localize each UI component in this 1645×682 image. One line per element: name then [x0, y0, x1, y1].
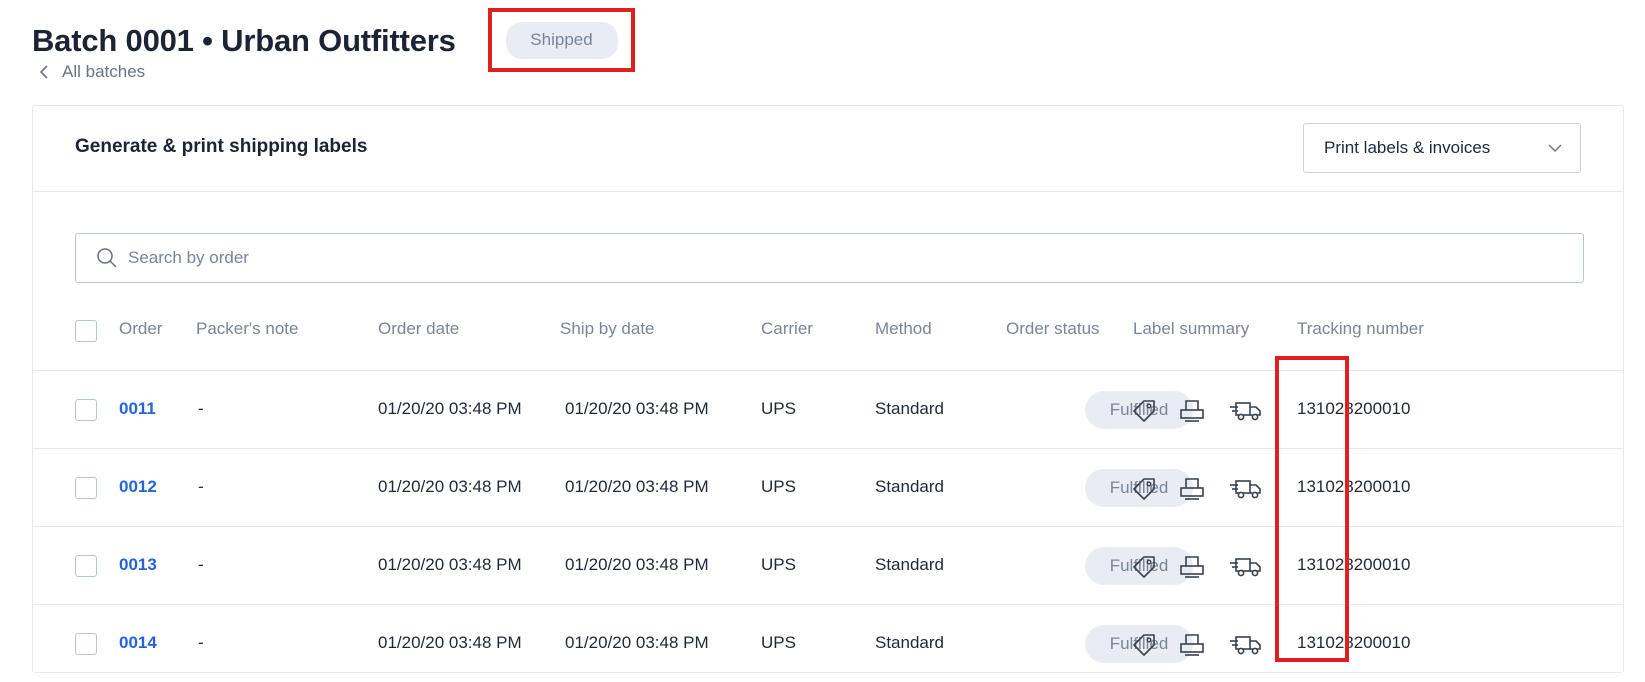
search-box — [75, 233, 1584, 283]
order-link[interactable]: 0014 — [119, 633, 157, 653]
packers-note: - — [198, 399, 204, 418]
order-link[interactable]: 0012 — [119, 477, 157, 497]
tag-icon[interactable] — [1131, 475, 1159, 501]
packers-note: - — [198, 633, 204, 652]
packers-note: - — [198, 555, 204, 574]
column-header-order-date[interactable]: Order date — [378, 319, 459, 339]
select-all-checkbox[interactable] — [75, 320, 97, 342]
status-badge: Shipped — [505, 21, 618, 59]
truck-icon[interactable] — [1229, 475, 1263, 501]
row-checkbox[interactable] — [75, 555, 97, 577]
tracking-number: 131028200010 — [1297, 555, 1411, 574]
page-title: Batch 0001 • Urban Outfitters — [32, 23, 456, 58]
tracking-number: 131028200010 — [1297, 633, 1411, 652]
search-input[interactable] — [128, 248, 1583, 268]
chevron-left-icon — [39, 65, 48, 79]
printer-icon[interactable] — [1178, 475, 1206, 501]
ship-by-date: 01/20/20 03:48 PM — [565, 477, 709, 496]
method: Standard — [875, 477, 944, 496]
packers-note: - — [198, 477, 204, 496]
column-header-tracking-number[interactable]: Tracking number — [1297, 319, 1424, 339]
orders-table: Order Packer's note Order date Ship by d… — [33, 293, 1623, 682]
table-header: Order Packer's note Order date Ship by d… — [33, 293, 1623, 371]
row-checkbox[interactable] — [75, 633, 97, 655]
back-link-label: All batches — [62, 62, 146, 81]
order-link[interactable]: 0013 — [119, 555, 157, 575]
tracking-number: 131028200010 — [1297, 477, 1411, 496]
order-date: 01/20/20 03:48 PM — [378, 633, 522, 652]
tag-icon[interactable] — [1131, 553, 1159, 579]
back-link[interactable]: All batches — [38, 62, 145, 82]
card-title: Generate & print shipping labels — [75, 136, 368, 157]
column-header-order-status[interactable]: Order status — [1006, 319, 1100, 339]
chevron-down-icon — [1548, 144, 1562, 152]
tracking-number: 131028200010 — [1297, 399, 1411, 418]
ship-by-date: 01/20/20 03:48 PM — [565, 555, 709, 574]
order-link[interactable]: 0011 — [119, 399, 156, 419]
order-date: 01/20/20 03:48 PM — [378, 399, 522, 418]
row-checkbox[interactable] — [75, 399, 97, 421]
tag-icon[interactable] — [1131, 397, 1159, 423]
ship-by-date: 01/20/20 03:48 PM — [565, 633, 709, 652]
carrier: UPS — [761, 555, 796, 574]
method: Standard — [875, 633, 944, 652]
method: Standard — [875, 555, 944, 574]
carrier: UPS — [761, 399, 796, 418]
printer-icon[interactable] — [1178, 631, 1206, 657]
column-header-label-summary[interactable]: Label summary — [1133, 319, 1249, 339]
status-badge-highlight: Shipped — [488, 8, 635, 72]
truck-icon[interactable] — [1229, 553, 1263, 579]
print-labels-dropdown[interactable]: Print labels & invoices — [1303, 123, 1581, 173]
table-row: 0013 - 01/20/20 03:48 PM 01/20/20 03:48 … — [33, 527, 1623, 605]
method: Standard — [875, 399, 944, 418]
printer-icon[interactable] — [1178, 553, 1206, 579]
ship-by-date: 01/20/20 03:48 PM — [565, 399, 709, 418]
column-header-method[interactable]: Method — [875, 319, 932, 339]
search-icon — [97, 248, 117, 268]
truck-icon[interactable] — [1229, 397, 1263, 423]
column-header-order[interactable]: Order — [119, 319, 162, 339]
order-date: 01/20/20 03:48 PM — [378, 555, 522, 574]
carrier: UPS — [761, 477, 796, 496]
row-checkbox[interactable] — [75, 477, 97, 499]
printer-icon[interactable] — [1178, 397, 1206, 423]
truck-icon[interactable] — [1229, 631, 1263, 657]
column-header-packers-note[interactable]: Packer's note — [196, 319, 298, 339]
table-row: 0012 - 01/20/20 03:48 PM 01/20/20 03:48 … — [33, 449, 1623, 527]
page-header: Batch 0001 • Urban Outfitters — [32, 18, 456, 64]
print-labels-label: Print labels & invoices — [1324, 138, 1491, 157]
table-row: 0014 - 01/20/20 03:48 PM 01/20/20 03:48 … — [33, 605, 1623, 682]
column-header-carrier[interactable]: Carrier — [761, 319, 813, 339]
table-row: 0011 - 01/20/20 03:48 PM 01/20/20 03:48 … — [33, 371, 1623, 449]
column-header-ship-by-date[interactable]: Ship by date — [560, 319, 655, 339]
carrier: UPS — [761, 633, 796, 652]
labels-card: Generate & print shipping labels Print l… — [32, 105, 1624, 673]
card-header: Generate & print shipping labels Print l… — [33, 106, 1623, 192]
order-date: 01/20/20 03:48 PM — [378, 477, 522, 496]
tag-icon[interactable] — [1131, 631, 1159, 657]
